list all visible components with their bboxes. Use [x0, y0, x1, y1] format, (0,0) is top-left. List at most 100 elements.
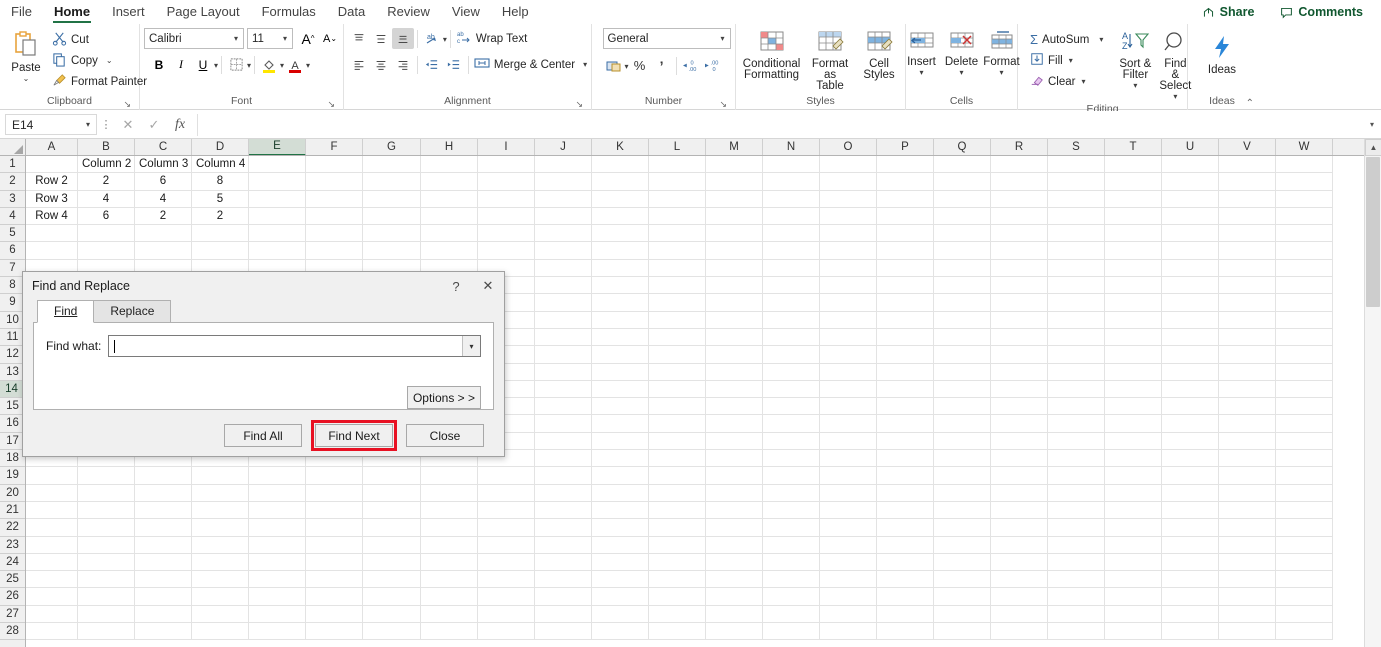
cell-M26[interactable] [706, 588, 763, 606]
cell-S1[interactable] [1048, 156, 1105, 174]
cell-U28[interactable] [1162, 623, 1219, 641]
cell-R7[interactable] [991, 259, 1048, 278]
cell-B5[interactable] [78, 225, 135, 243]
cell-S11[interactable] [1048, 328, 1105, 347]
expand-formula-bar-button[interactable]: ▾ [1363, 120, 1381, 129]
column-header-b[interactable]: B [78, 139, 135, 155]
cell-B28[interactable] [78, 623, 135, 641]
cell-F21[interactable] [306, 501, 363, 520]
align-left-button[interactable] [348, 54, 370, 75]
cell-G25[interactable] [363, 571, 421, 589]
cell-F4[interactable] [306, 207, 363, 226]
cell-G3[interactable] [363, 190, 421, 208]
alignment-dialog-launcher[interactable]: ↘ [575, 100, 583, 109]
cell-N24[interactable] [763, 553, 820, 572]
cell-F2[interactable] [306, 173, 363, 191]
font-color-button[interactable]: A [284, 54, 306, 75]
cell-V16[interactable] [1219, 415, 1276, 433]
cell-N25[interactable] [763, 571, 820, 589]
cell-S19[interactable] [1048, 467, 1105, 485]
cell-M12[interactable] [706, 346, 763, 364]
cell-K1[interactable] [592, 156, 649, 174]
cell-F24[interactable] [306, 553, 363, 572]
cell-A28[interactable] [26, 623, 78, 641]
cell-A24[interactable] [26, 553, 78, 572]
font-name-combo[interactable]: Calibri ▾ [144, 28, 244, 49]
cell-I24[interactable] [478, 553, 535, 572]
cell-E23[interactable] [249, 536, 306, 554]
cell-J11[interactable] [535, 328, 592, 347]
cell-O1[interactable] [820, 156, 877, 174]
cell-E2[interactable] [249, 173, 306, 191]
cell-U16[interactable] [1162, 415, 1219, 433]
cell-Q24[interactable] [934, 553, 991, 572]
cell-A5[interactable] [26, 225, 78, 243]
cell-E25[interactable] [249, 571, 306, 589]
comma-style-button[interactable]: ’ [651, 55, 673, 76]
cell-D26[interactable] [192, 588, 249, 606]
cell-K8[interactable] [592, 277, 649, 295]
delete-cells-button[interactable]: Delete ▾ [942, 28, 982, 78]
find-next-button[interactable]: Find Next [315, 424, 393, 447]
cell-V19[interactable] [1219, 467, 1276, 485]
cell-Q19[interactable] [934, 467, 991, 485]
cell-U7[interactable] [1162, 259, 1219, 278]
cell-N27[interactable] [763, 605, 820, 624]
cell-T7[interactable] [1105, 259, 1162, 278]
cell-L5[interactable] [649, 225, 706, 243]
cell-S12[interactable] [1048, 346, 1105, 364]
cell-H28[interactable] [421, 623, 478, 641]
cell-P2[interactable] [877, 173, 934, 191]
cell-S25[interactable] [1048, 571, 1105, 589]
column-header-l[interactable]: L [649, 139, 706, 155]
cell-U24[interactable] [1162, 553, 1219, 572]
row-header-25[interactable]: 25 [0, 571, 25, 589]
cell-H19[interactable] [421, 467, 478, 485]
cell-L11[interactable] [649, 328, 706, 347]
cell-G20[interactable] [363, 484, 421, 502]
cell-R18[interactable] [991, 450, 1048, 468]
cell-A3[interactable]: Row 3 [26, 190, 78, 208]
cell-H5[interactable] [421, 225, 478, 243]
cell-L9[interactable] [649, 294, 706, 312]
cell-M17[interactable] [706, 432, 763, 451]
row-header-22[interactable]: 22 [0, 519, 25, 537]
scrollbar-thumb[interactable] [1366, 157, 1380, 307]
cell-E20[interactable] [249, 484, 306, 502]
cell-Q6[interactable] [934, 242, 991, 260]
cell-S18[interactable] [1048, 450, 1105, 468]
cell-H20[interactable] [421, 484, 478, 502]
cell-U25[interactable] [1162, 571, 1219, 589]
row-header-27[interactable]: 27 [0, 605, 25, 624]
orientation-button[interactable]: ab [421, 28, 443, 49]
cell-T24[interactable] [1105, 553, 1162, 572]
cell-V28[interactable] [1219, 623, 1276, 641]
cell-N16[interactable] [763, 415, 820, 433]
cell-W5[interactable] [1276, 225, 1333, 243]
cell-R6[interactable] [991, 242, 1048, 260]
cell-F28[interactable] [306, 623, 363, 641]
cell-J16[interactable] [535, 415, 592, 433]
row-header-19[interactable]: 19 [0, 467, 25, 485]
fill-chevron-down-icon[interactable]: ▾ [1069, 57, 1073, 65]
cell-T8[interactable] [1105, 277, 1162, 295]
cell-U20[interactable] [1162, 484, 1219, 502]
cell-H1[interactable] [421, 156, 478, 174]
cell-Q28[interactable] [934, 623, 991, 641]
cell-T18[interactable] [1105, 450, 1162, 468]
cell-C5[interactable] [135, 225, 192, 243]
cell-A25[interactable] [26, 571, 78, 589]
paste-button[interactable]: Paste ⌄ [6, 28, 46, 84]
cell-N10[interactable] [763, 311, 820, 329]
cell-W3[interactable] [1276, 190, 1333, 208]
cell-J6[interactable] [535, 242, 592, 260]
cell-U27[interactable] [1162, 605, 1219, 624]
cell-F23[interactable] [306, 536, 363, 554]
cell-U13[interactable] [1162, 363, 1219, 381]
cell-R4[interactable] [991, 207, 1048, 226]
cell-O9[interactable] [820, 294, 877, 312]
font-name-chevron-down-icon[interactable]: ▾ [231, 34, 241, 43]
cell-K22[interactable] [592, 519, 649, 537]
bold-button[interactable]: B [148, 54, 170, 75]
name-box-chevron-down-icon[interactable]: ▾ [83, 120, 93, 129]
